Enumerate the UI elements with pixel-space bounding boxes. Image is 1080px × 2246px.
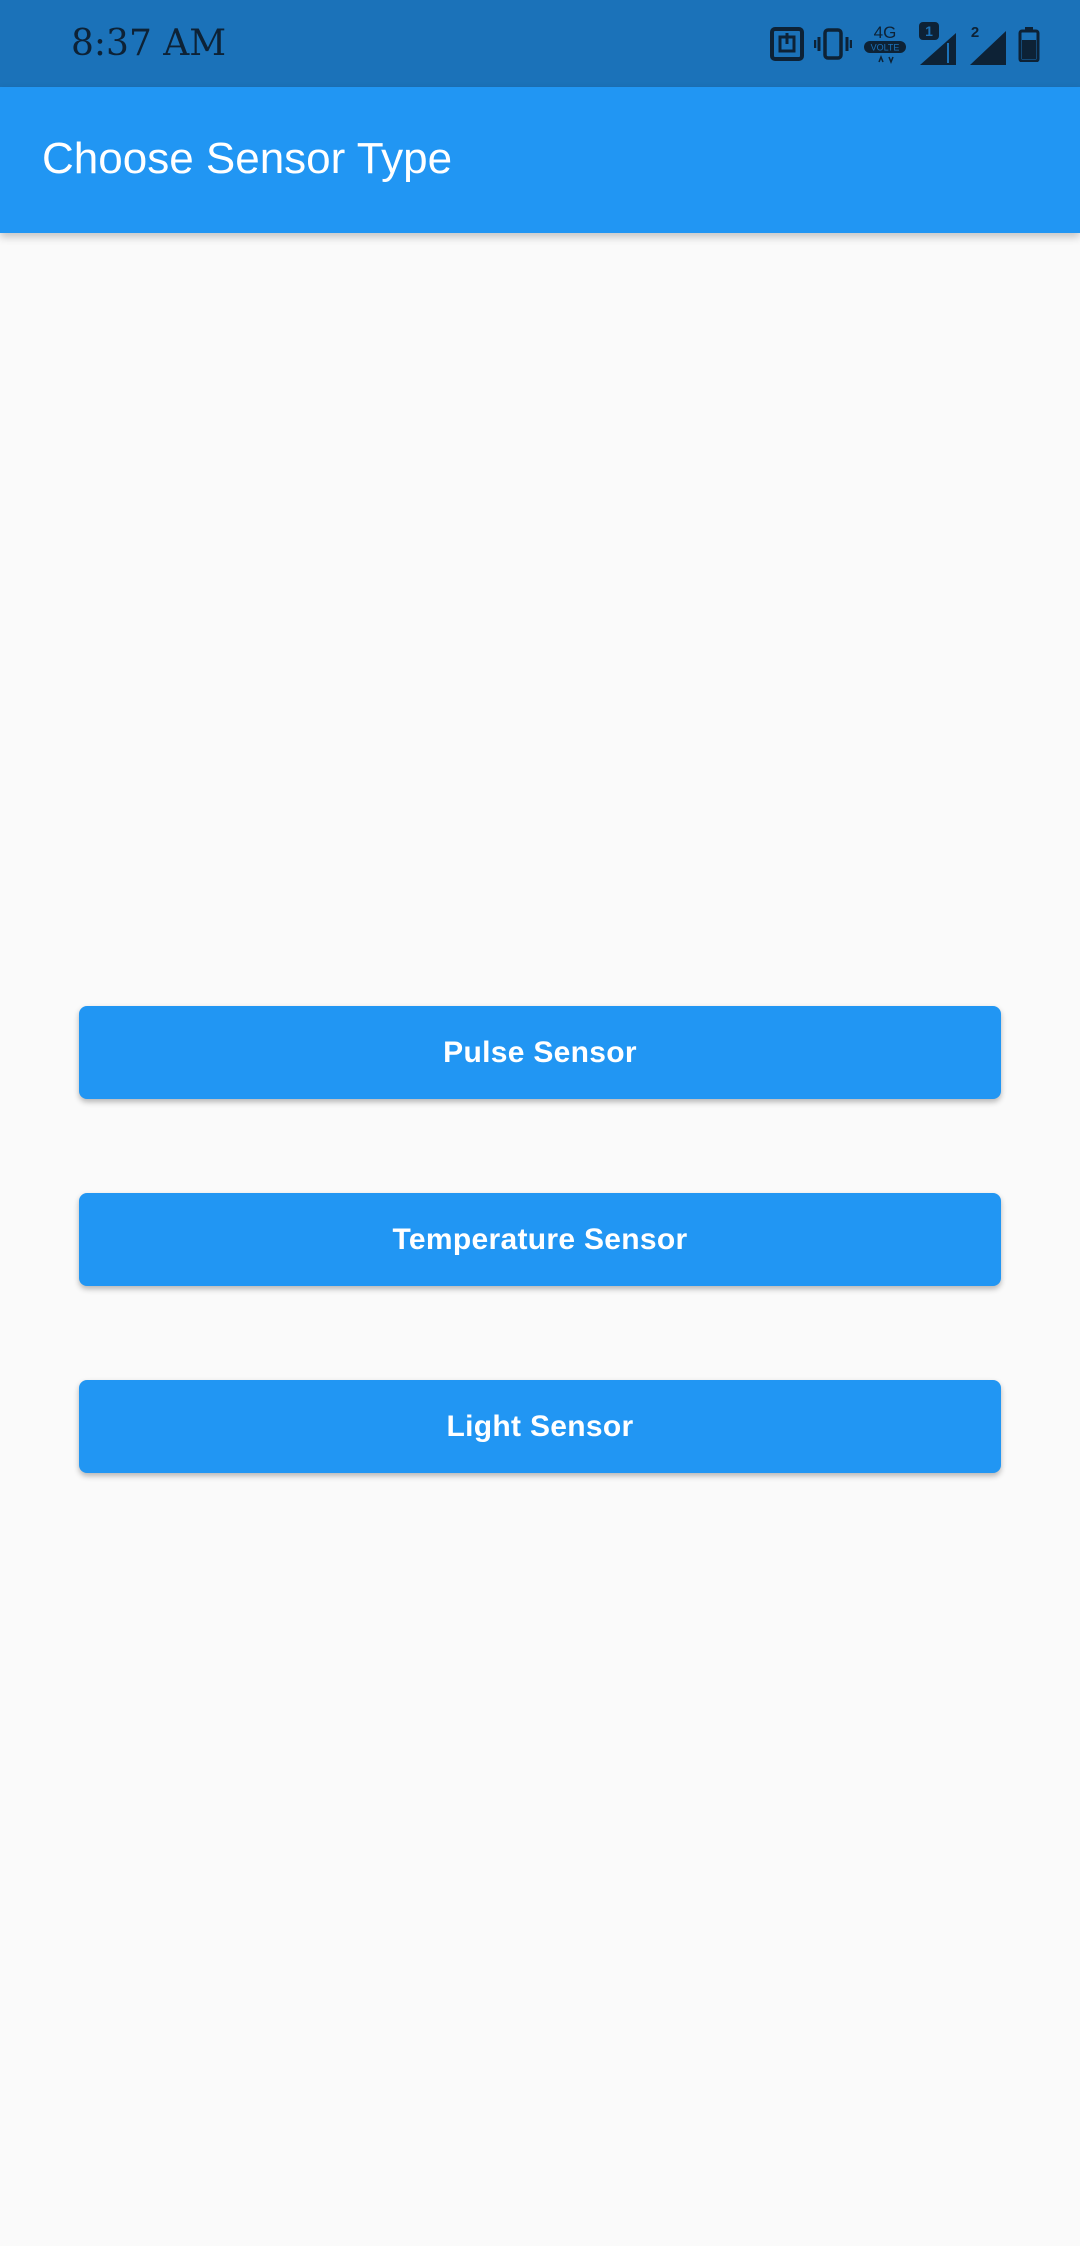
network-label: 4G <box>874 23 897 42</box>
signal-sim1-icon: 1 <box>919 22 956 65</box>
light-sensor-button[interactable]: Light Sensor <box>79 1380 1001 1473</box>
status-bar: 8:37 AM 4G VOLTE 1 2 <box>0 0 1080 87</box>
nfc-icon <box>770 27 804 61</box>
temperature-sensor-button[interactable]: Temperature Sensor <box>79 1193 1001 1286</box>
signal-sim2-icon: 2 <box>970 24 1006 65</box>
sim1-label: 1 <box>925 23 933 39</box>
sim2-label: 2 <box>971 24 979 41</box>
vibrate-icon <box>814 28 852 60</box>
sensor-list: Pulse Sensor Temperature Sensor Light Se… <box>0 233 1080 2246</box>
volte-label: VOLTE <box>871 43 900 53</box>
status-icons: 4G VOLTE 1 2 <box>760 18 1040 70</box>
status-time: 8:37 AM <box>71 23 227 64</box>
network-4g-volte-icon: 4G VOLTE <box>864 23 906 65</box>
battery-icon <box>1018 27 1040 62</box>
pulse-sensor-button[interactable]: Pulse Sensor <box>79 1006 1001 1099</box>
page-title: Choose Sensor Type <box>42 134 453 183</box>
app-bar: Choose Sensor Type <box>0 87 1080 233</box>
